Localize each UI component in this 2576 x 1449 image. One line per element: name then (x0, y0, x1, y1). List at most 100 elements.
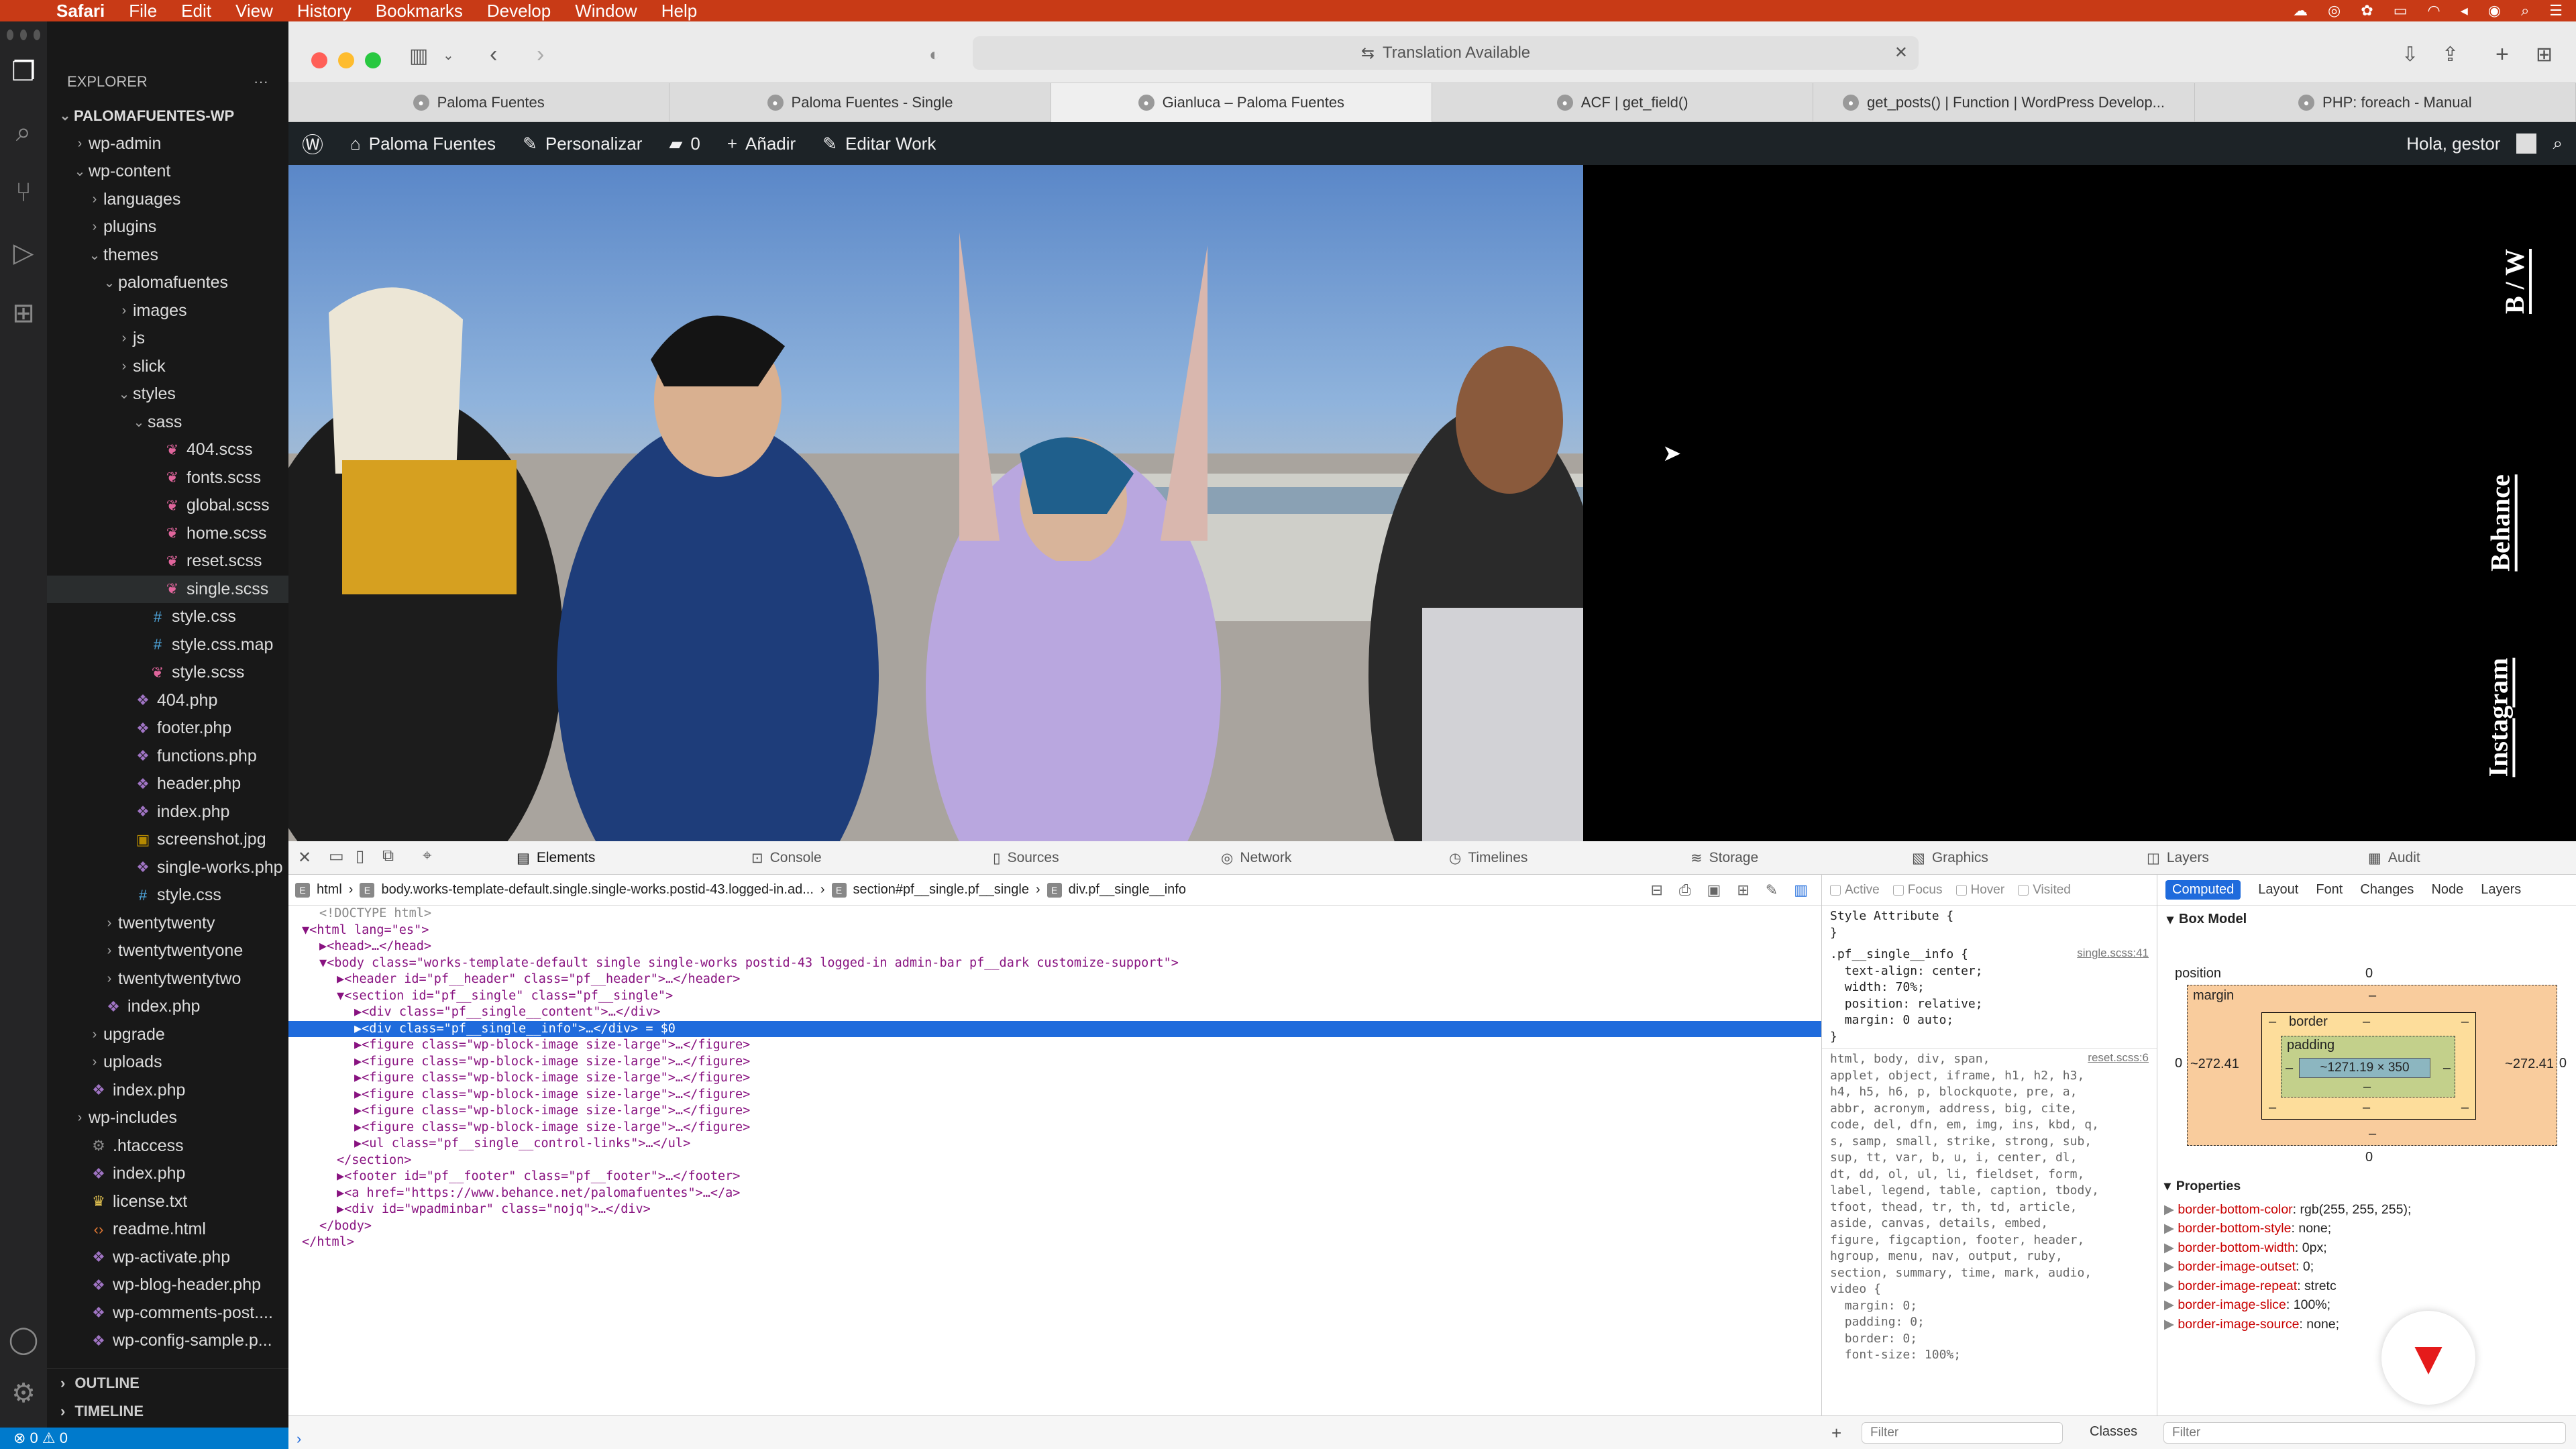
tree-file[interactable]: ❦ reset.scss (47, 547, 288, 576)
grid-icon[interactable]: ⊞ (1737, 881, 1749, 899)
settings-gear-icon[interactable]: ⚙ (0, 1363, 47, 1424)
tree-file[interactable]: ❦ single.scss (47, 575, 288, 603)
tab-console[interactable]: ⊡ Console (751, 841, 822, 875)
zoom-dot-icon[interactable] (34, 30, 40, 40)
minimize-dot-icon[interactable] (20, 30, 27, 40)
explorer-icon[interactable]: ❐ (0, 42, 47, 102)
tree-folder[interactable]: ⌄ styles (47, 380, 288, 409)
sync-icon[interactable]: ◎ (2328, 0, 2341, 21)
search-icon[interactable]: ⌕ (2553, 133, 2563, 154)
computed-property[interactable]: ▶ border-image-source: none; (2164, 1315, 2567, 1334)
tree-file[interactable]: ❖ index.php (47, 798, 288, 826)
crumb-div[interactable]: div.pf__single__info (1069, 882, 1186, 898)
dom-node[interactable]: ▼<section id="pf__single" class="pf__sin… (288, 988, 1821, 1005)
wp-greeting[interactable]: Hola, gestor (2406, 133, 2500, 154)
tab-layers[interactable]: ◫ Layers (2147, 841, 2209, 875)
tree-file[interactable]: ‹› readme.html (47, 1216, 288, 1244)
tree-file[interactable]: ▣ screenshot.jpg (47, 826, 288, 854)
menu-edit[interactable]: Edit (181, 1, 211, 21)
tree-folder[interactable]: › images (47, 297, 288, 325)
menu-history[interactable]: History (297, 1, 352, 21)
style-attribute[interactable]: Style Attribute { } (1822, 906, 2157, 944)
tab-elements[interactable]: ▤ Elements (517, 841, 595, 875)
workspace-root[interactable]: ⌄ PALOMAFUENTES-WP (47, 102, 288, 130)
control-center-icon[interactable]: ☰ (2549, 0, 2563, 21)
dom-node[interactable]: ▶<a href="https://www.behance.net/paloma… (288, 1185, 1821, 1202)
tree-folder[interactable]: › slick (47, 353, 288, 381)
rule-reset[interactable]: reset.scss:6 html, body, div, span, appl… (1822, 1048, 2157, 1366)
dom-node[interactable]: </body> (288, 1218, 1821, 1235)
undock-icon[interactable]: ⧉ (382, 847, 394, 865)
address-bar[interactable]: ⇆ Translation Available ✕ (973, 36, 1919, 70)
sidebar-tab-changes[interactable]: Changes (2360, 882, 2414, 898)
sidebar-toggle-icon[interactable]: ▥ (1794, 881, 1808, 899)
tree-folder[interactable]: › uploads (47, 1049, 288, 1077)
tree-file[interactable]: ❖ index.php (47, 1160, 288, 1188)
tree-folder[interactable]: › twentytwenty (47, 910, 288, 938)
minimize-button[interactable] (338, 52, 354, 68)
outline-section[interactable]: › OUTLINE (47, 1369, 288, 1397)
browser-tab[interactable]: ● get_posts() | Function | WordPress Deve… (1813, 83, 2195, 122)
wp-customize[interactable]: ✎ Personalizar (523, 133, 642, 154)
wp-edit-work[interactable]: ✎ Editar Work (822, 133, 936, 154)
computed-property[interactable]: ▶ border-bottom-color: rgb(255, 255, 255… (2164, 1200, 2567, 1220)
browser-tab[interactable]: ● PHP: foreach - Manual (2195, 83, 2576, 122)
extensions-icon[interactable]: ⊞ (0, 283, 47, 343)
wp-add-new[interactable]: + Añadir (727, 133, 796, 154)
stop-loading-icon[interactable]: ✕ (1894, 43, 1908, 62)
styles-filter-input[interactable] (1862, 1422, 2063, 1444)
tree-file[interactable]: ❦ global.scss (47, 492, 288, 520)
extension-icon[interactable]: ✿ (2361, 0, 2373, 21)
wp-site-name[interactable]: ⌂ Paloma Fuentes (350, 133, 496, 154)
tree-folder[interactable]: ⌄ wp-content (47, 158, 288, 186)
search-icon[interactable]: ⌕ (0, 102, 47, 162)
tree-folder[interactable]: › wp-admin (47, 130, 288, 158)
sidebar-tab-layers[interactable]: Layers (2481, 882, 2521, 898)
chevron-down-icon[interactable]: ⌄ (443, 47, 454, 64)
run-debug-icon[interactable]: ▷ (0, 223, 47, 283)
print-icon[interactable]: ⎙ (1679, 881, 1691, 899)
tree-file[interactable]: ❖ wp-blog-header.php (47, 1271, 288, 1299)
explorer-more-button[interactable]: ··· (254, 73, 268, 91)
crumb-section[interactable]: section#pf__single.pf__single (853, 882, 1029, 898)
browser-tab[interactable]: ● Gianluca – Paloma Fuentes (1051, 83, 1432, 122)
forward-icon[interactable]: › (537, 42, 544, 68)
tree-folder[interactable]: › upgrade (47, 1021, 288, 1049)
tree-file[interactable]: ⚙ .htaccess (47, 1132, 288, 1161)
pseudo-hover-checkbox[interactable]: Hover (1955, 883, 2004, 898)
content-box[interactable]: ~1271.19 × 350 (2299, 1058, 2430, 1078)
dom-node[interactable]: ▶<div id="wpadminbar" class="nojq">…</di… (288, 1201, 1821, 1218)
source-control-icon[interactable]: ⑂ (0, 162, 47, 223)
search-icon[interactable]: ⌕ (2521, 0, 2529, 21)
close-button[interactable] (311, 52, 327, 68)
tab-timelines[interactable]: ◷ Timelines (1449, 841, 1527, 875)
avatar[interactable] (2516, 133, 2537, 154)
tab-storage[interactable]: ≋ Storage (1690, 841, 1758, 875)
tree-file[interactable]: ❖ functions.php (47, 743, 288, 771)
dom-node[interactable]: ▶<ul class="pf__single__control-links">…… (288, 1136, 1821, 1152)
behance-link[interactable]: Behance (2485, 474, 2516, 571)
tree-file[interactable]: ❖ 404.php (47, 687, 288, 715)
privacy-shield-icon[interactable]: ◐ (929, 44, 940, 65)
sidebar-tab-node[interactable]: Node (2431, 882, 2463, 898)
user-icon[interactable]: ◉ (2488, 0, 2501, 21)
tab-graphics[interactable]: ▧ Graphics (1912, 841, 1988, 875)
tree-folder[interactable]: › twentytwentyone (47, 937, 288, 965)
add-rule-icon[interactable]: + (1831, 1423, 1841, 1444)
tree-file[interactable]: ❦ fonts.scss (47, 464, 288, 492)
downloads-icon[interactable]: ⇩ (2402, 43, 2418, 66)
tree-file[interactable]: ❖ wp-activate.php (47, 1244, 288, 1272)
close-inspector-icon[interactable]: ✕ (298, 848, 311, 867)
wp-comments[interactable]: ▰ 0 (669, 133, 700, 154)
console-prompt-icon[interactable]: › (297, 1430, 301, 1448)
tree-folder[interactable]: › twentytwentytwo (47, 965, 288, 994)
close-dot-icon[interactable] (7, 30, 13, 40)
tree-file[interactable]: ❖ wp-config-sample.p... (47, 1327, 288, 1355)
sidebar-toggle-icon[interactable]: ▥ (409, 44, 428, 68)
pseudo-focus-checkbox[interactable]: Focus (1892, 883, 1943, 898)
dom-node[interactable]: ▶<div class="pf__single__info">…</div> =… (288, 1020, 1821, 1037)
dom-node[interactable]: ▼<body class="works-template-default sin… (288, 955, 1821, 972)
dom-node[interactable]: ▶<figure class="wp-block-image size-larg… (288, 1120, 1821, 1136)
box-model-header[interactable]: ▾ Box Model (2157, 906, 2576, 932)
creative-cloud-icon[interactable]: ☁ (2293, 0, 2308, 21)
